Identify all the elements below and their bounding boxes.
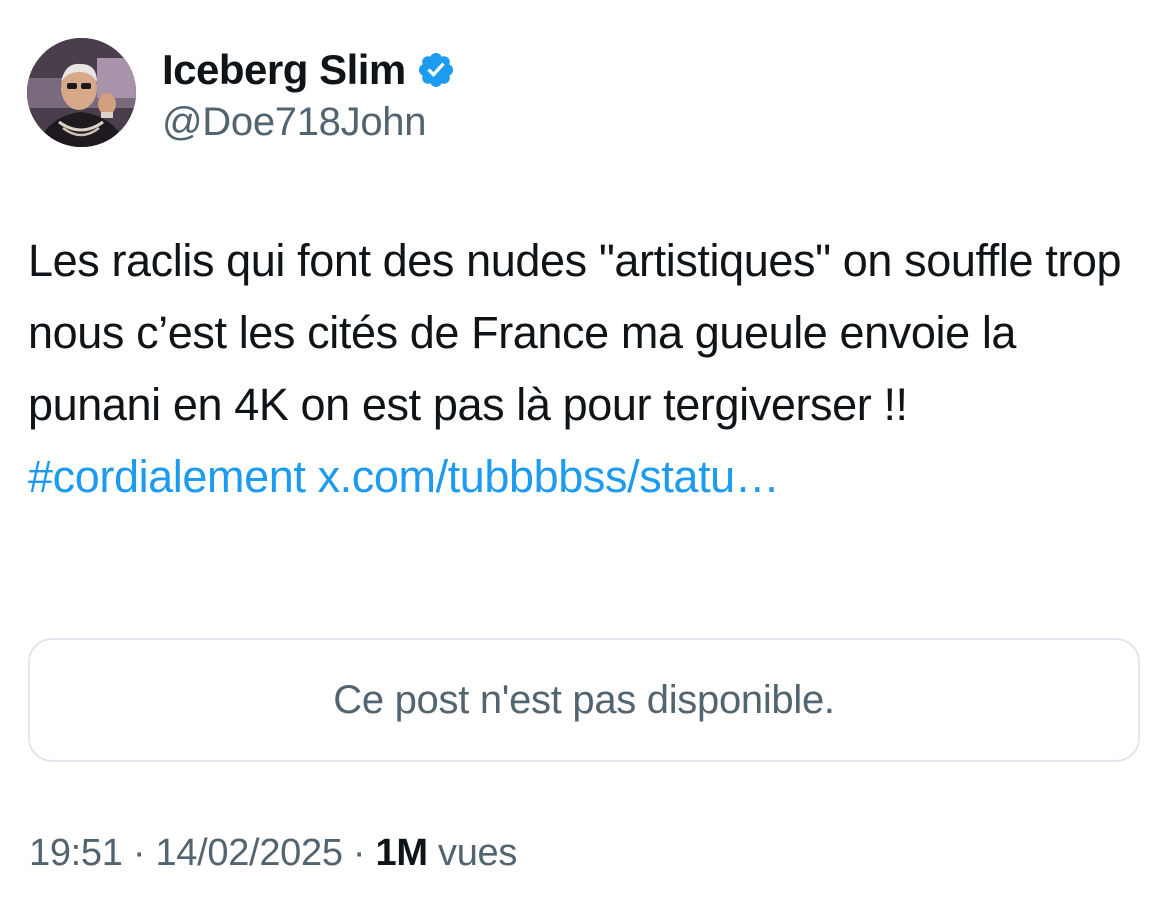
views-count[interactable]: 1M xyxy=(376,832,429,874)
post-text: Les raclis qui font des nudes "artistiqu… xyxy=(28,225,1148,513)
meta-separator: · xyxy=(122,832,156,874)
author-avatar[interactable] xyxy=(27,38,136,147)
tweet-header: Iceberg Slim @Doe718John xyxy=(27,38,456,147)
unavailable-message: Ce post n'est pas disponible. xyxy=(333,677,835,722)
post-time[interactable]: 19:51 xyxy=(29,832,123,874)
verified-badge-icon xyxy=(416,50,456,90)
author-name-row: Iceberg Slim xyxy=(162,44,456,96)
meta-separator: · xyxy=(342,832,376,874)
tweet-card: Iceberg Slim @Doe718John Les raclis qui … xyxy=(0,0,1170,899)
post-text-content: Les raclis qui font des nudes "artistiqu… xyxy=(28,235,1122,430)
quoted-post-unavailable-card: Ce post n'est pas disponible. xyxy=(28,638,1140,762)
url-link[interactable]: x.com/tubbbbss/statu… xyxy=(318,451,780,502)
views-label: vues xyxy=(427,832,518,874)
post-date[interactable]: 14/02/2025 xyxy=(155,832,342,874)
author-info: Iceberg Slim @Doe718John xyxy=(162,44,456,145)
author-handle[interactable]: @Doe718John xyxy=(162,100,456,145)
author-display-name[interactable]: Iceberg Slim xyxy=(162,46,406,94)
avatar-photo-icon xyxy=(27,38,136,147)
post-metadata: 19:51 · 14/02/2025 · 1M vues xyxy=(29,832,517,875)
hashtag-link[interactable]: #cordialement xyxy=(28,451,306,502)
